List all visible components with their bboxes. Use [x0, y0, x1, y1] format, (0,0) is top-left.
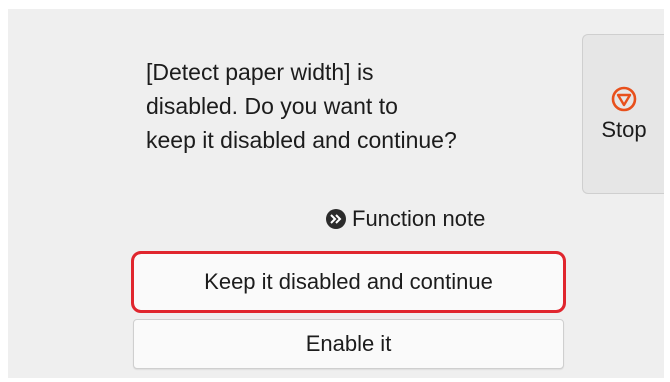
- function-note-link[interactable]: Function note: [326, 205, 485, 233]
- dialog-message: [Detect paper width] is disabled. Do you…: [146, 59, 457, 153]
- stop-button[interactable]: Stop: [582, 34, 664, 194]
- function-note-label: Function note: [352, 206, 486, 231]
- stop-button-label: Stop: [601, 117, 647, 142]
- printer-panel-screen: [Detect paper width] is disabled. Do you…: [8, 9, 664, 378]
- keep-disabled-button[interactable]: Keep it disabled and continue: [131, 251, 566, 313]
- double-chevron-right-icon: [326, 209, 346, 229]
- enable-button[interactable]: Enable it: [133, 319, 564, 369]
- stop-icon: [611, 86, 637, 112]
